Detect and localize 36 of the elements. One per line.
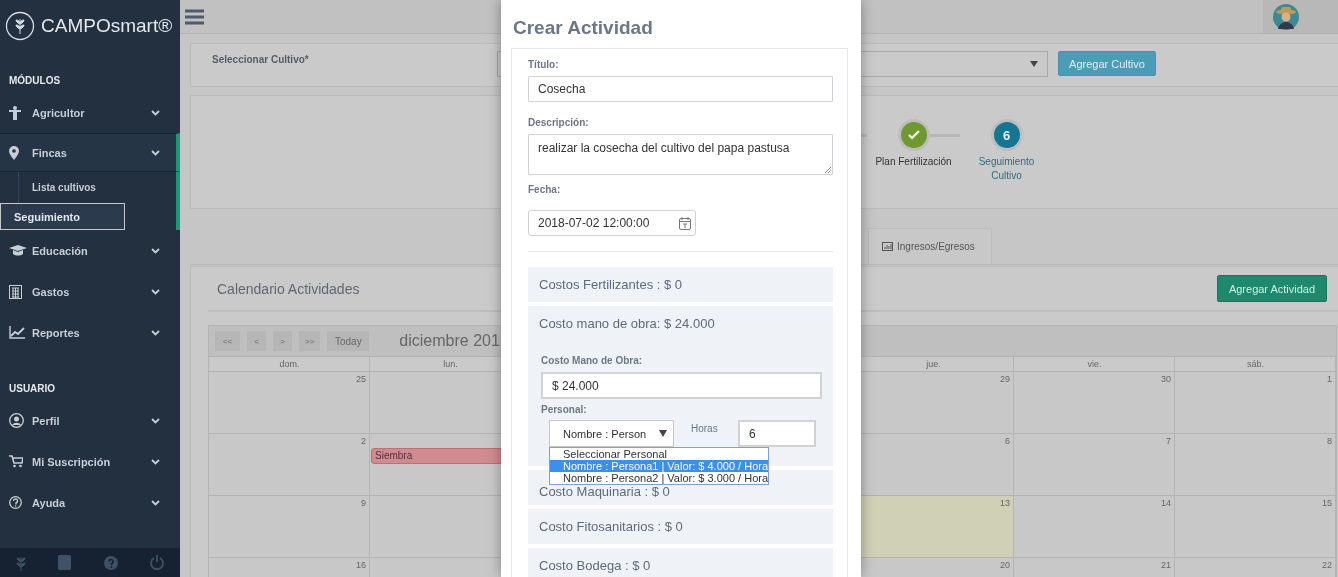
day-number: 14	[1161, 497, 1172, 508]
day-number: 22	[1322, 559, 1333, 570]
day-number: 20	[1000, 559, 1011, 570]
day-number: 15	[1322, 497, 1333, 508]
field-label: Personal:	[541, 404, 588, 415]
day-number: 9	[361, 497, 367, 508]
field-label: Fecha:	[528, 184, 562, 195]
day-number: 1	[1327, 373, 1333, 384]
brand-name: CAMPOsmart®	[41, 15, 173, 37]
day-number: 29	[1000, 373, 1011, 384]
day-number: 13	[1000, 497, 1011, 508]
day-number: 7	[1166, 435, 1172, 446]
day-number: 8	[1327, 435, 1333, 446]
day-header: lun.	[442, 358, 459, 371]
hours-label: Horas	[691, 423, 719, 434]
day-number: 21	[1161, 559, 1172, 570]
step-label: Seguimiento Cultivo	[977, 155, 1036, 183]
calendar-title: Calendario Actividades	[216, 280, 360, 297]
day-number: 30	[1161, 373, 1172, 384]
day-number: 25	[356, 373, 367, 384]
day-header: jue.	[925, 358, 942, 371]
day-header: sáb.	[1246, 358, 1265, 371]
field-label: Costo Mano de Obra:	[541, 355, 644, 366]
day-header: dom.	[278, 358, 301, 371]
day-number: 6	[1005, 435, 1011, 446]
day-header: vie.	[1086, 358, 1103, 371]
field-label: Título:	[528, 59, 560, 70]
day-number: 16	[356, 559, 367, 570]
day-number: 2	[361, 435, 367, 446]
section-title: USUARIO	[8, 383, 57, 394]
step-number: 6	[990, 119, 1023, 151]
field-label: Descripción:	[528, 117, 590, 128]
section-title: MÓDULOS	[8, 75, 62, 86]
month-title: diciembre 201	[399, 332, 500, 350]
step-label: Plan Fertilización	[875, 155, 952, 169]
crop-label: Seleccionar Cultivo*	[212, 53, 310, 65]
